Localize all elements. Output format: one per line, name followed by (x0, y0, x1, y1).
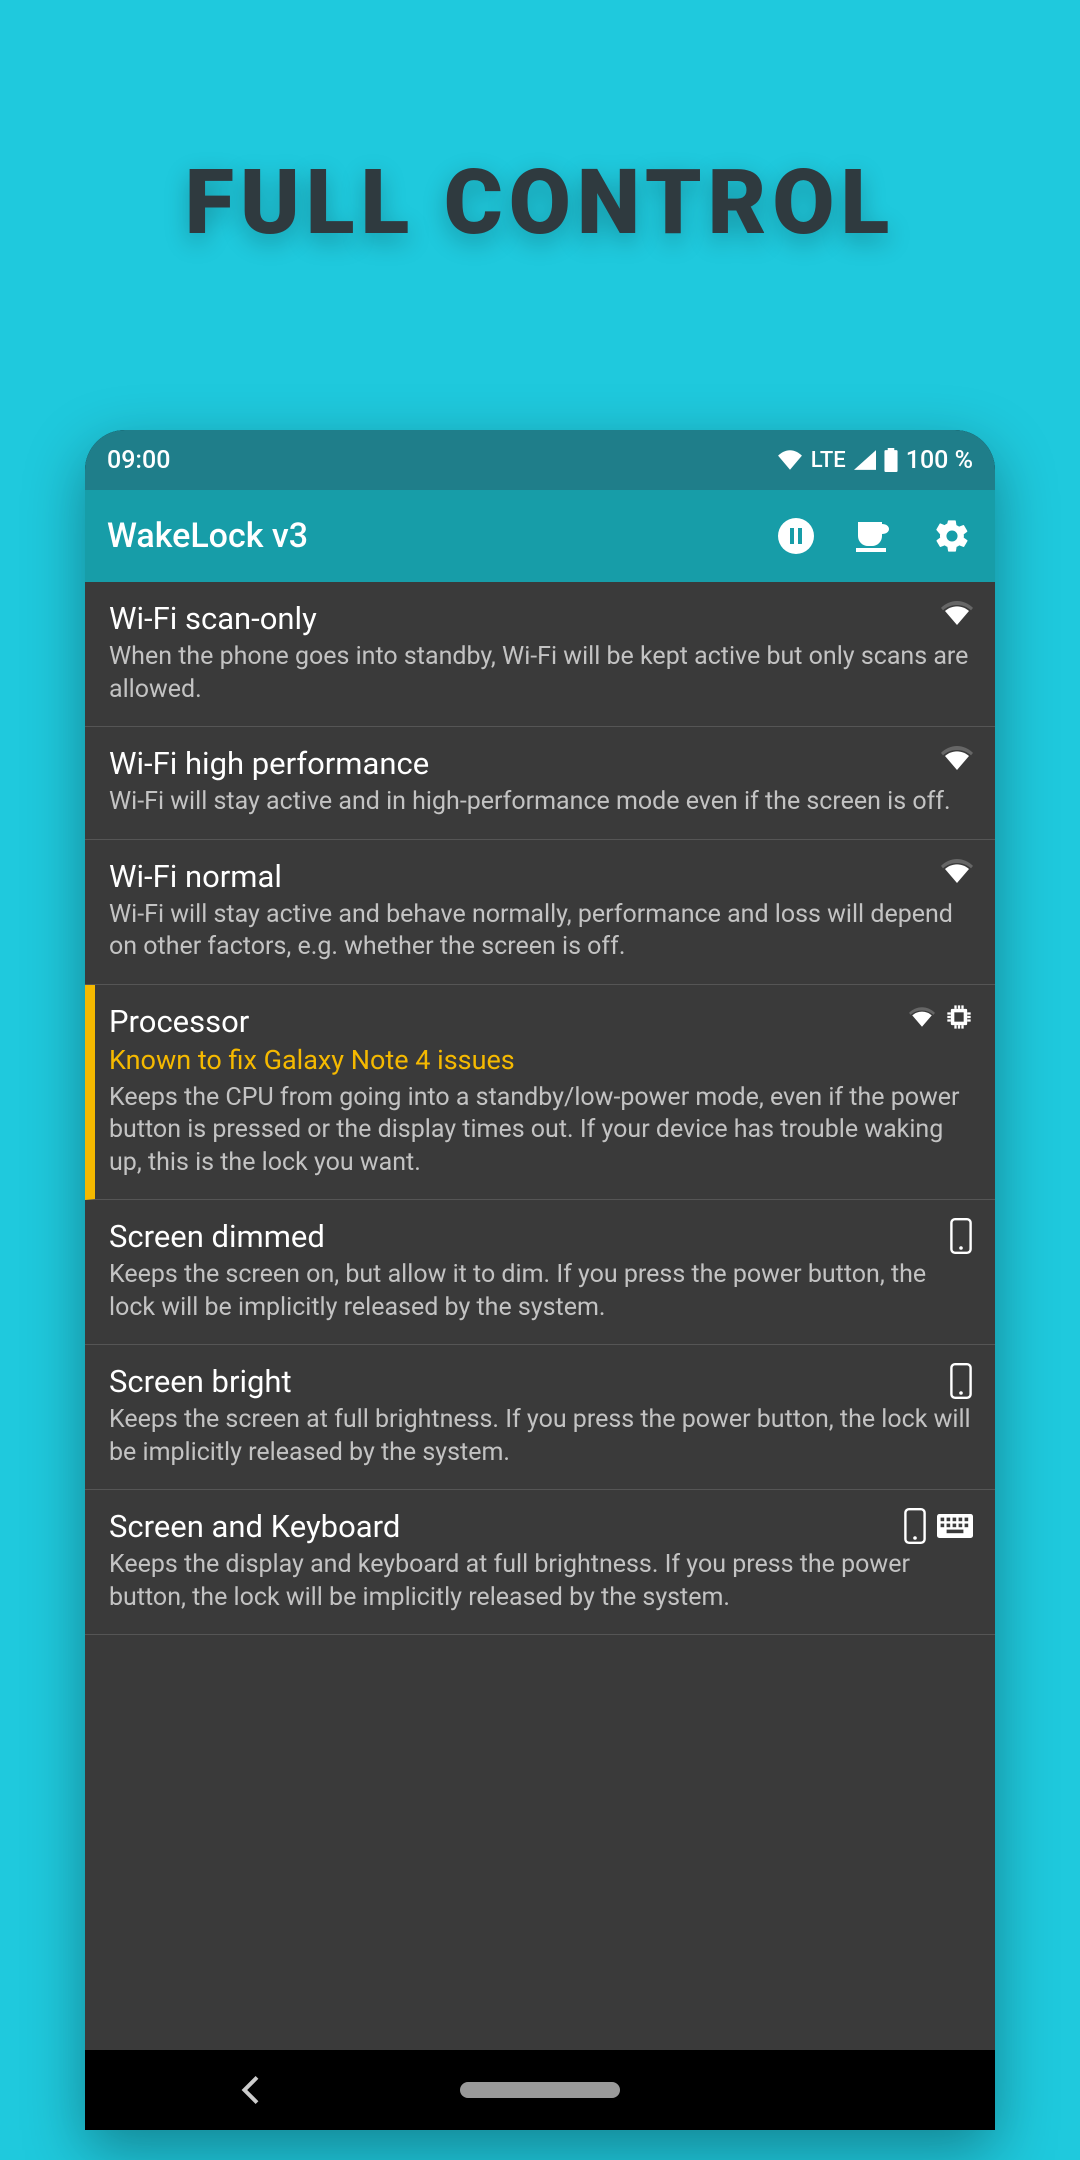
row-title: Wi-Fi scan-only (109, 600, 971, 637)
cpu-icon (945, 1003, 973, 1031)
status-time: 09:00 (107, 446, 170, 475)
row-title: Screen and Keyboard (109, 1508, 971, 1545)
list-item[interactable]: Processor Known to fix Galaxy Note 4 issu… (85, 985, 995, 1201)
back-button[interactable] (240, 2076, 260, 2104)
row-description: Keeps the display and keyboard at full b… (109, 1549, 971, 1614)
list-item[interactable]: Wi-Fi normal Wi-Fi will stay active and b… (85, 840, 995, 985)
wifi-icon (941, 600, 973, 626)
home-pill[interactable] (460, 2082, 620, 2098)
status-bar: 09:00 LTE 100 % (85, 430, 995, 490)
phone-icon (949, 1363, 973, 1399)
row-title: Wi-Fi high performance (109, 745, 971, 782)
app-title: WakeLock v3 (107, 516, 775, 556)
row-icons (909, 1003, 973, 1031)
list-item[interactable]: Wi-Fi scan-only When the phone goes into … (85, 582, 995, 727)
row-icons (941, 858, 973, 884)
list-item[interactable]: Screen bright Keeps the screen at full br… (85, 1345, 995, 1490)
row-subtitle: Known to fix Galaxy Note 4 issues (109, 1044, 971, 1076)
settings-button[interactable] (931, 515, 973, 557)
row-title: Screen dimmed (109, 1218, 971, 1255)
android-navbar (85, 2050, 995, 2130)
list-item[interactable]: Wi-Fi high performance Wi-Fi will stay ac… (85, 727, 995, 840)
row-description: Wi-Fi will stay active and behave normal… (109, 899, 971, 964)
wifi-icon (941, 858, 973, 884)
row-title: Screen bright (109, 1363, 971, 1400)
row-title: Processor (109, 1003, 971, 1040)
row-icons (903, 1508, 973, 1544)
row-description: Keeps the screen at full brightness. If … (109, 1404, 971, 1469)
keyboard-icon (937, 1514, 973, 1538)
phone-icon (949, 1218, 973, 1254)
row-icons (941, 600, 973, 626)
pause-button[interactable] (775, 515, 817, 557)
network-label: LTE (811, 448, 846, 473)
list-item[interactable]: Screen dimmed Keeps the screen on, but al… (85, 1200, 995, 1345)
caffeine-button[interactable] (853, 515, 895, 557)
signal-icon (854, 450, 876, 470)
list-content: Wi-Fi scan-only When the phone goes into … (85, 582, 995, 2050)
phone-icon (903, 1508, 927, 1544)
row-icons (949, 1363, 973, 1399)
app-bar: WakeLock v3 (85, 490, 995, 582)
wifi-icon (941, 745, 973, 771)
row-icons (949, 1218, 973, 1254)
device-frame: 09:00 LTE 100 % WakeLock v3 (85, 430, 995, 2130)
row-description: When the phone goes into standby, Wi-Fi … (109, 641, 971, 706)
row-description: Keeps the CPU from going into a standby/… (109, 1082, 971, 1180)
row-description: Wi-Fi will stay active and in high-perfo… (109, 786, 971, 819)
wifi-small-icon (909, 1007, 935, 1027)
wifi-status-icon (777, 450, 803, 470)
list-item[interactable]: Screen and Keyboard Keeps the display and… (85, 1490, 995, 1635)
row-icons (941, 745, 973, 771)
battery-icon (884, 448, 898, 472)
row-description: Keeps the screen on, but allow it to dim… (109, 1259, 971, 1324)
row-title: Wi-Fi normal (109, 858, 971, 895)
hero-title: FULL CONTROL (0, 0, 1080, 255)
battery-label: 100 % (906, 446, 973, 475)
